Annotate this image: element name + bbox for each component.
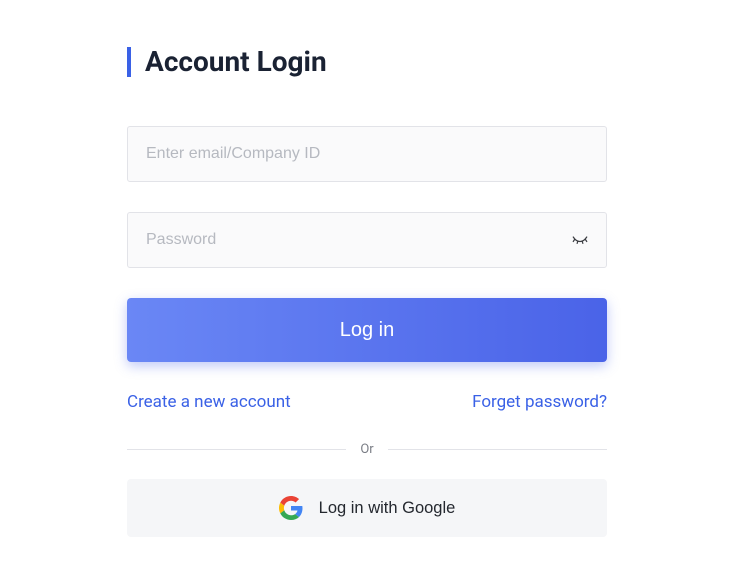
create-account-link[interactable]: Create a new account <box>127 392 291 412</box>
divider-line-right <box>388 449 607 450</box>
login-form: Account Login Log in Create a new accoun… <box>127 0 607 537</box>
forget-password-link[interactable]: Forget password? <box>472 392 607 412</box>
google-icon <box>279 496 303 520</box>
links-row: Create a new account Forget password? <box>127 392 607 412</box>
eye-closed-icon[interactable] <box>571 231 589 249</box>
divider: Or <box>127 442 607 457</box>
login-button[interactable]: Log in <box>127 298 607 362</box>
password-field[interactable] <box>127 212 607 268</box>
divider-text: Or <box>346 442 387 457</box>
divider-line-left <box>127 449 346 450</box>
google-login-button[interactable]: Log in with Google <box>127 479 607 537</box>
title-accent-bar <box>127 47 131 77</box>
title-wrap: Account Login <box>127 45 607 78</box>
google-button-label: Log in with Google <box>319 499 456 518</box>
email-field[interactable] <box>127 126 607 182</box>
password-wrap <box>127 212 607 268</box>
page-title: Account Login <box>145 45 327 78</box>
